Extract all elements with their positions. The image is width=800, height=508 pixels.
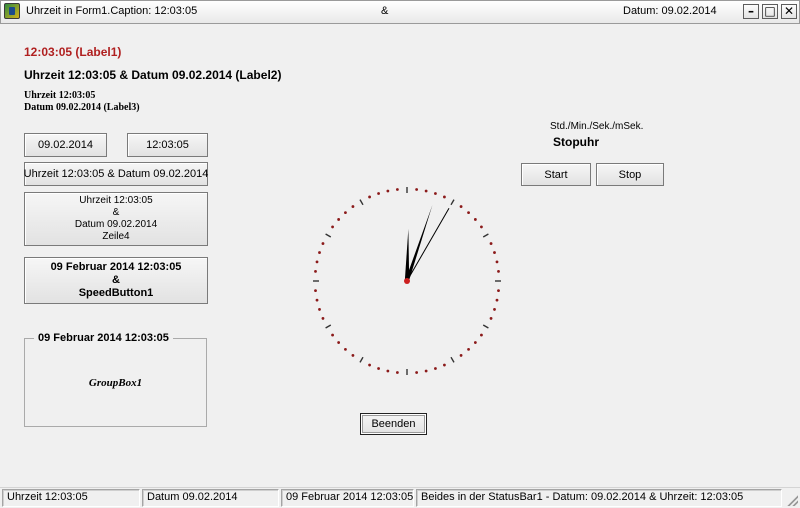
- label3-line2: Datum 09.02.2014 (Label3): [24, 102, 140, 113]
- clock-minute-dot: [467, 211, 470, 215]
- clock-minute-dot: [377, 367, 380, 370]
- clock-minute-dot: [331, 225, 334, 229]
- clock-minute-dot: [473, 218, 477, 221]
- clock-minute-dot: [351, 354, 355, 357]
- clock-hour-tick: [359, 199, 364, 206]
- clock-minute-dot: [443, 195, 446, 199]
- clock-minute-dot: [344, 211, 347, 215]
- multiline-button-line: Zeile4: [102, 231, 130, 242]
- clock-minute-dot: [351, 205, 355, 208]
- clock-hour-tick: [325, 233, 332, 238]
- speed-button-line: &: [112, 274, 120, 286]
- multiline-button[interactable]: Uhrzeit 12:03:05 & Datum 09.02.2014 Zeil…: [24, 192, 208, 246]
- clock-minute-dot: [424, 189, 428, 193]
- clock-minute-dot: [368, 195, 371, 199]
- clock-minute-dot: [337, 341, 341, 344]
- stopwatch-title: Stopuhr: [553, 135, 599, 149]
- time-and-date-button[interactable]: Uhrzeit 12:03:05 & Datum 09.02.2014: [24, 162, 208, 186]
- clock-minute-dot: [497, 269, 500, 273]
- clock-hour-tick: [482, 233, 489, 238]
- status-panel-both: Beides in der StatusBar1 - Datum: 09.02.…: [416, 489, 782, 507]
- clock-hour-tick: [450, 199, 455, 206]
- minimize-button[interactable]: –: [743, 4, 759, 19]
- window-caption-time: Uhrzeit in Form1.Caption: 12:03:05: [26, 5, 198, 17]
- clock-minute-dot: [344, 347, 347, 351]
- group-box-caption: 09 Februar 2014 12:03:05: [34, 332, 173, 344]
- app-icon[interactable]: [4, 3, 20, 19]
- clock-minute-dot: [459, 354, 463, 357]
- clock-minute-dot: [443, 363, 446, 367]
- clock-minute-dot: [424, 369, 428, 373]
- window-caption-date: Datum: 09.02.2014: [623, 5, 717, 17]
- clock-minute-dot: [321, 242, 325, 245]
- speed-button-line: 09 Februar 2014 12:03:05: [50, 261, 182, 273]
- clock-minute-dot: [395, 371, 399, 374]
- clock-minute-dot: [415, 371, 419, 374]
- status-panel-long-date: 09 Februar 2014 12:03:05: [281, 489, 414, 507]
- clock-minute-dot: [497, 289, 500, 293]
- maximize-button[interactable]: □: [762, 4, 778, 19]
- clock-hour-tick: [325, 324, 332, 329]
- clock-minute-dot: [331, 333, 334, 337]
- clock-hour-tick: [359, 356, 364, 363]
- clock-minute-dot: [480, 333, 483, 337]
- status-panel-time: Uhrzeit 12:03:05: [2, 489, 140, 507]
- close-button[interactable]: ✕: [781, 4, 797, 19]
- clock-hour-tick: [450, 356, 455, 363]
- clock-hour-tick: [482, 324, 489, 329]
- clock-minute-dot: [473, 341, 477, 344]
- exit-button[interactable]: Beenden: [360, 413, 427, 435]
- speed-button[interactable]: 09 Februar 2014 12:03:05 & SpeedButton1: [24, 257, 208, 304]
- stopwatch-units-label: Std./Min./Sek./mSek.: [550, 121, 644, 132]
- clock-minute-dot: [321, 317, 325, 320]
- label1: 12:03:05 (Label1): [24, 45, 122, 59]
- clock-minute-dot: [434, 192, 437, 195]
- window-caption-ampersand: &: [381, 5, 389, 17]
- clock-minute-dot: [480, 225, 483, 229]
- clock-minute-dot: [314, 269, 317, 273]
- multiline-button-line: Uhrzeit 12:03:05: [79, 195, 153, 206]
- time-button[interactable]: 12:03:05: [127, 133, 208, 157]
- clock-minute-dot: [386, 369, 390, 373]
- label2: Uhrzeit 12:03:05 & Datum 09.02.2014 (Lab…: [24, 68, 282, 82]
- clock-minute-dot: [495, 298, 499, 302]
- clock-minute-dot: [318, 308, 321, 311]
- clock-minute-dot: [489, 317, 493, 320]
- clock-minute-dot: [415, 188, 419, 191]
- multiline-button-line: &: [112, 207, 120, 218]
- date-button[interactable]: 09.02.2014: [24, 133, 107, 157]
- clock-minute-dot: [459, 205, 463, 208]
- clock-minute-dot: [368, 363, 371, 367]
- clock-minute-dot: [467, 347, 470, 351]
- clock-minute-dot: [314, 289, 317, 293]
- label3-line1: Uhrzeit 12:03:05: [24, 90, 96, 101]
- stopwatch-start-button[interactable]: Start: [521, 163, 591, 186]
- clock-minute-dot: [434, 367, 437, 370]
- multiline-button-line: Datum 09.02.2014: [74, 219, 158, 230]
- clock-minute-dot: [493, 308, 496, 311]
- group-box-label: GroupBox1: [88, 377, 143, 389]
- resize-grip-icon[interactable]: [784, 492, 798, 506]
- clock-minute-dot: [395, 188, 399, 191]
- clock-minute-dot: [318, 251, 321, 254]
- clock-minute-dot: [495, 260, 499, 264]
- clock-minute-dot: [493, 251, 496, 254]
- clock-minute-dot: [337, 218, 341, 221]
- clock-minute-dot: [315, 260, 319, 264]
- clock-minute-dot: [377, 192, 380, 195]
- clock-minute-dot: [315, 298, 319, 302]
- analog-clock: [313, 187, 501, 375]
- status-panel-date: Datum 09.02.2014: [142, 489, 279, 507]
- clock-center-dot: [404, 278, 410, 284]
- speed-button-line: SpeedButton1: [78, 287, 154, 299]
- clock-minute-dot: [489, 242, 493, 245]
- stopwatch-stop-button[interactable]: Stop: [596, 163, 664, 186]
- clock-minute-dot: [386, 189, 390, 193]
